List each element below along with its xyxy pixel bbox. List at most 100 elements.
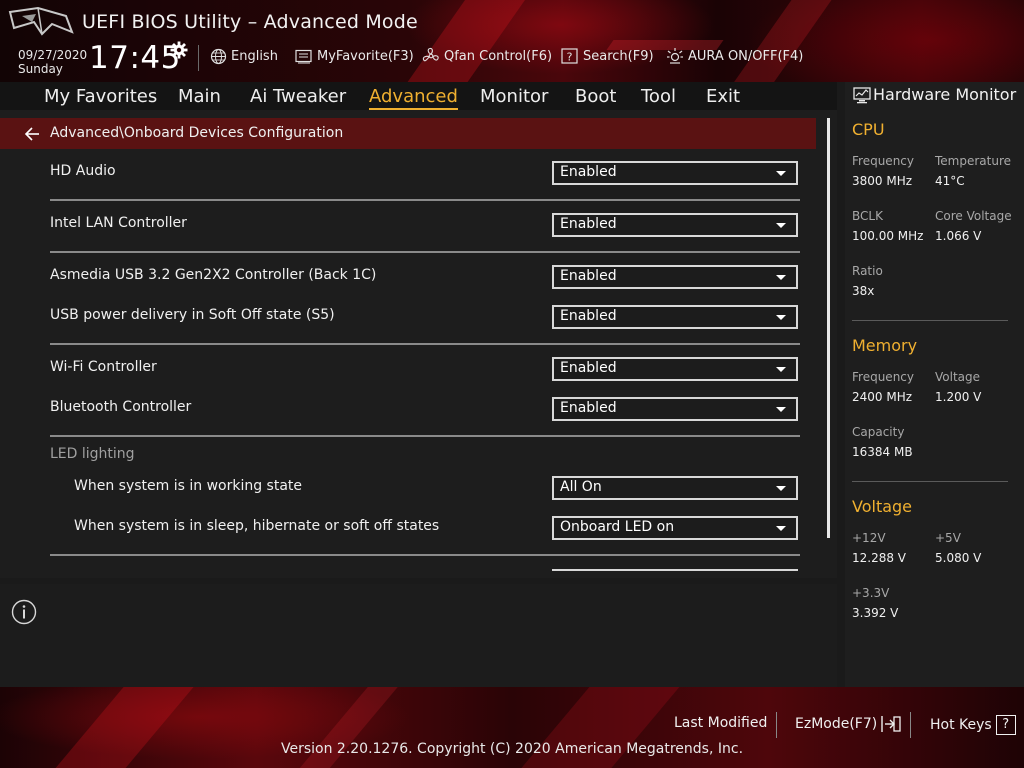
chevron-down-icon <box>776 275 786 280</box>
footer-divider <box>910 712 911 738</box>
favorite-list-icon <box>295 49 312 63</box>
aura-label: AURA ON/OFF(F4) <box>688 48 804 64</box>
asmedia-usb-value: Enabled <box>560 268 617 284</box>
fan-icon <box>422 47 439 62</box>
svg-text:?: ? <box>567 50 573 63</box>
cpu-section-title: CPU <box>852 120 885 139</box>
tab-advanced[interactable]: Advanced <box>369 86 458 110</box>
hot-keys-button[interactable]: Hot Keys ? <box>930 715 1016 735</box>
qfan-control-button[interactable]: Qfan Control(F6) <box>422 46 552 66</box>
search-button[interactable]: ? Search(F9) <box>561 46 654 66</box>
usb-power-delivery-select[interactable]: Enabled <box>552 305 798 329</box>
voltage-12v-label: +12V <box>852 531 886 545</box>
help-panel <box>0 584 837 687</box>
wifi-controller-value: Enabled <box>560 360 617 376</box>
setting-label-led-working: When system is in working state <box>74 478 303 494</box>
clock-time: 17:45 <box>89 40 181 76</box>
globe-icon <box>210 48 227 64</box>
tab-monitor[interactable]: Monitor <box>480 86 548 107</box>
ratio-value: 38x <box>852 284 875 298</box>
usb-power-delivery-value: Enabled <box>560 308 617 324</box>
rog-logo-icon <box>8 6 74 36</box>
tab-main[interactable]: Main <box>178 86 221 107</box>
last-modified-label: Last Modified <box>674 715 768 731</box>
led-sleep-state-select[interactable]: Onboard LED on <box>552 516 798 540</box>
last-modified-button[interactable]: Last Modified <box>674 715 767 731</box>
divider <box>50 435 800 437</box>
language-label: English <box>231 48 278 64</box>
chevron-down-icon <box>776 315 786 320</box>
tab-tool[interactable]: Tool <box>641 86 676 107</box>
footer-bar: Last Modified EzMode(F7) Hot Keys ? Vers… <box>0 687 1024 768</box>
section-led-lighting: LED lighting <box>50 446 135 462</box>
cpu-frequency-label: Frequency <box>852 154 914 168</box>
chevron-down-icon <box>776 486 786 491</box>
ezmode-button[interactable]: EzMode(F7) <box>795 715 902 733</box>
hd-audio-select[interactable]: Enabled <box>552 161 798 185</box>
app-title: UEFI BIOS Utility – Advanced Mode <box>82 11 418 33</box>
divider <box>852 320 1008 321</box>
hardware-monitor-panel: Hardware Monitor CPU Frequency Temperatu… <box>845 82 1024 687</box>
asmedia-usb-select[interactable]: Enabled <box>552 265 798 289</box>
date-text: 09/27/2020 <box>18 48 88 62</box>
header-divider <box>198 45 199 71</box>
tab-boot[interactable]: Boot <box>575 86 616 107</box>
bclk-value: 100.00 MHz <box>852 229 924 243</box>
language-button[interactable]: English <box>210 46 278 66</box>
led-sleep-state-value: Onboard LED on <box>560 519 675 535</box>
chevron-down-icon <box>776 526 786 531</box>
myfavorite-button[interactable]: MyFavorite(F3) <box>295 46 414 66</box>
breadcrumb-path: Advanced\Onboard Devices Configuration <box>50 125 344 141</box>
cpu-temperature-value: 41°C <box>935 174 965 188</box>
divider <box>50 343 800 345</box>
core-voltage-value: 1.066 V <box>935 229 982 243</box>
setting-label-wifi: Wi-Fi Controller <box>50 359 157 375</box>
hd-audio-value: Enabled <box>560 164 617 180</box>
setting-label-asmedia-usb: Asmedia USB 3.2 Gen2X2 Controller (Back … <box>50 267 377 283</box>
exit-arrow-icon <box>881 716 901 732</box>
qfan-label: Qfan Control(F6) <box>444 48 553 64</box>
main-menu-tabs: My Favorites Main Ai Tweaker Advanced Mo… <box>0 82 837 110</box>
voltage-section-title: Voltage <box>852 497 913 516</box>
bluetooth-controller-select[interactable]: Enabled <box>552 397 798 421</box>
chevron-down-icon <box>776 367 786 372</box>
memory-section-title: Memory <box>852 336 918 355</box>
intel-lan-value: Enabled <box>560 216 617 232</box>
intel-lan-select[interactable]: Enabled <box>552 213 798 237</box>
tab-exit[interactable]: Exit <box>706 86 740 107</box>
core-voltage-label: Core Voltage <box>935 209 1012 223</box>
scrollbar[interactable] <box>827 118 830 538</box>
tab-my-favorites[interactable]: My Favorites <box>44 86 157 107</box>
led-working-state-select[interactable]: All On <box>552 476 798 500</box>
cpu-frequency-value: 3800 MHz <box>852 174 913 188</box>
memory-frequency-value: 2400 MHz <box>852 390 913 404</box>
day-text: Sunday <box>18 62 63 76</box>
search-label: Search(F9) <box>583 48 654 64</box>
tab-ai-tweaker[interactable]: Ai Tweaker <box>250 86 346 107</box>
cpu-temperature-label: Temperature <box>935 154 1012 168</box>
divider <box>50 251 800 253</box>
back-arrow-icon[interactable] <box>24 126 40 142</box>
setting-label-usb-power-delivery: USB power delivery in Soft Off state (S5… <box>50 307 335 323</box>
hardware-monitor-title: Hardware Monitor <box>873 85 1017 104</box>
breadcrumb: Advanced\Onboard Devices Configuration <box>0 118 816 149</box>
setting-label-bluetooth: Bluetooth Controller <box>50 399 192 415</box>
settings-panel: Advanced\Onboard Devices Configuration H… <box>0 110 837 578</box>
bclk-label: BCLK <box>852 209 883 223</box>
memory-voltage-label: Voltage <box>935 370 981 384</box>
memory-capacity-value: 16384 MB <box>852 445 913 459</box>
wifi-controller-select[interactable]: Enabled <box>552 357 798 381</box>
voltage-3v3-label: +3.3V <box>852 586 890 600</box>
divider <box>852 481 1008 482</box>
ratio-label: Ratio <box>852 264 883 278</box>
ezmode-label: EzMode(F7) <box>795 716 878 732</box>
voltage-5v-value: 5.080 V <box>935 551 982 565</box>
myfavorite-label: MyFavorite(F3) <box>317 48 414 64</box>
chevron-down-icon <box>776 407 786 412</box>
aura-toggle-button[interactable]: AURA ON/OFF(F4) <box>666 46 803 66</box>
gear-icon[interactable] <box>170 41 188 59</box>
divider <box>50 199 800 201</box>
version-text: Version 2.20.1276. Copyright (C) 2020 Am… <box>280 741 744 757</box>
memory-capacity-label: Capacity <box>852 425 905 439</box>
chevron-down-icon <box>776 171 786 176</box>
